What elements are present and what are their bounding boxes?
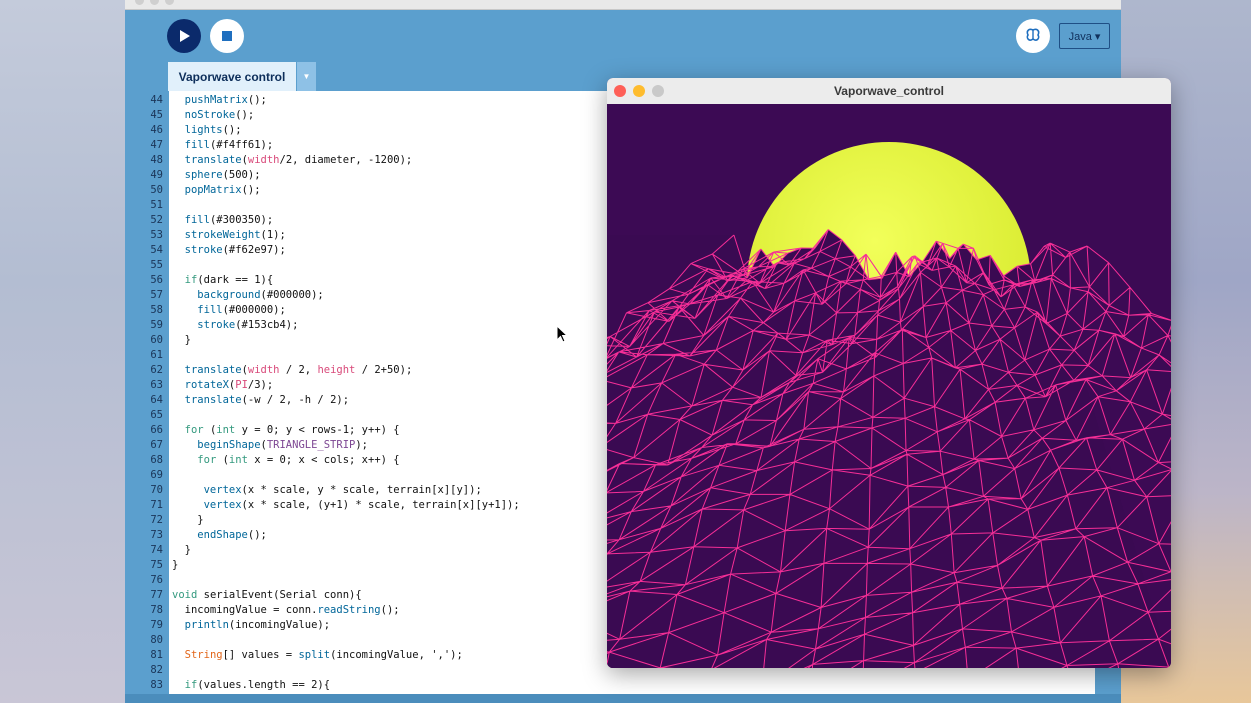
line-number: 46 [150, 124, 163, 136]
ide-status-bar [125, 694, 1121, 703]
line-number: 63 [150, 379, 163, 391]
line-number: 75 [150, 559, 163, 571]
code-line: sphere(500); [184, 169, 261, 181]
line-number: 62 [150, 364, 163, 376]
mode-selector[interactable]: Java ▾ [1059, 23, 1110, 49]
line-number: 83 [150, 679, 163, 691]
line-number: 52 [150, 214, 163, 226]
line-number: 55 [150, 259, 163, 271]
code-line: println(incomingValue); [184, 619, 331, 631]
line-number: 78 [150, 604, 163, 616]
code-line: lights(); [184, 124, 242, 136]
debugger-button[interactable] [1016, 19, 1050, 53]
line-number: 45 [150, 109, 163, 121]
stop-icon [222, 31, 232, 41]
sketch-window: Vaporwave_control [607, 78, 1171, 668]
code-line: stroke(#f62e97); [184, 244, 286, 256]
code-line: } [172, 514, 204, 526]
code-line: } [172, 544, 191, 556]
line-number: 72 [150, 514, 163, 526]
line-number: 80 [150, 634, 163, 646]
line-number: 53 [150, 229, 163, 241]
code-line: fill(#f4ff61); [184, 139, 274, 151]
line-number: 58 [150, 304, 163, 316]
code-line: fill(#300350); [184, 214, 274, 226]
line-number: 57 [150, 289, 163, 301]
code-line: translate(width / 2, height / 2+50); [184, 364, 413, 376]
line-number: 54 [150, 244, 163, 256]
line-number: 77 [150, 589, 163, 601]
line-number: 49 [150, 169, 163, 181]
code-line: noStroke(); [184, 109, 255, 121]
code-line: vertex(x * scale, (y+1) * scale, terrain… [203, 499, 520, 511]
line-number: 48 [150, 154, 163, 166]
line-number: 68 [150, 454, 163, 466]
line-number: 82 [150, 664, 163, 676]
code-line: pushMatrix(); [184, 94, 267, 106]
code-line: strokeWeight(1); [184, 229, 286, 241]
code-line: if(dark == 1){ [184, 274, 274, 286]
line-number: 60 [150, 334, 163, 346]
line-number: 74 [150, 544, 163, 556]
line-number: 76 [150, 574, 163, 586]
line-number: 47 [150, 139, 163, 151]
line-number: 51 [150, 199, 163, 211]
desktop-background-left [0, 0, 126, 703]
line-number: 67 [150, 439, 163, 451]
play-icon [180, 30, 190, 42]
code-line: if(values.length == 2){ [184, 679, 331, 691]
run-button[interactable] [167, 19, 201, 53]
code-line: incomingValue = conn.readString(); [172, 604, 400, 616]
code-line: rotateX(PI/3); [184, 379, 274, 391]
line-number: 50 [150, 184, 163, 196]
code-line: fill(#000000); [197, 304, 286, 316]
line-number: 66 [150, 424, 163, 436]
line-number: 79 [150, 619, 163, 631]
tab-menu-arrow[interactable]: ▼ [297, 62, 316, 91]
line-number-gutter: 44 45 46 47 48 49 50 51 52 53 54 55 56 57 58 59 60 61 62 63… [125, 91, 169, 694]
code-line: void serialEvent(Serial conn){ [172, 589, 362, 601]
code-line: beginShape(TRIANGLE_STRIP); [197, 439, 369, 451]
line-number: 44 [150, 94, 163, 106]
line-number: 69 [150, 469, 163, 481]
sketch-window-title: Vaporwave_control [833, 84, 945, 98]
mouse-cursor-icon [556, 325, 568, 343]
minimize-icon[interactable] [150, 0, 159, 5]
line-number: 56 [150, 274, 163, 286]
line-number: 81 [150, 649, 163, 661]
line-number: 59 [150, 319, 163, 331]
code-line: for (int x = 0; x < cols; x++) { [197, 454, 400, 466]
line-number: 61 [150, 349, 163, 361]
line-number: 73 [150, 529, 163, 541]
code-line: } [172, 559, 179, 571]
code-line: popMatrix(); [184, 184, 261, 196]
line-number: 64 [150, 394, 163, 406]
close-icon[interactable] [135, 0, 144, 5]
code-line: stroke(#153cb4); [197, 319, 299, 331]
sketch-titlebar: Vaporwave_control [607, 78, 1171, 105]
line-number: 65 [150, 409, 163, 421]
code-line: translate(width/2, diameter, -1200); [184, 154, 413, 166]
code-line: String[] values = split(incomingValue, '… [184, 649, 463, 661]
code-line: } [172, 334, 191, 346]
line-number: 70 [150, 484, 163, 496]
code-line: background(#000000); [197, 289, 324, 301]
code-line: endShape(); [197, 529, 267, 541]
vaporwave-canvas [607, 104, 1171, 668]
butterfly-debug-icon [1026, 28, 1040, 41]
tab-vaporwave-control[interactable]: Vaporwave control [168, 62, 296, 91]
line-number: 71 [150, 499, 163, 511]
code-line: translate(-w / 2, -h / 2); [184, 394, 350, 406]
stop-button[interactable] [210, 19, 244, 53]
code-line: vertex(x * scale, y * scale, terrain[x][… [203, 484, 482, 496]
zoom-icon[interactable] [165, 0, 174, 5]
ide-titlebar [125, 0, 1121, 10]
code-line: for (int y = 0; y < rows-1; y++) { [184, 424, 400, 436]
